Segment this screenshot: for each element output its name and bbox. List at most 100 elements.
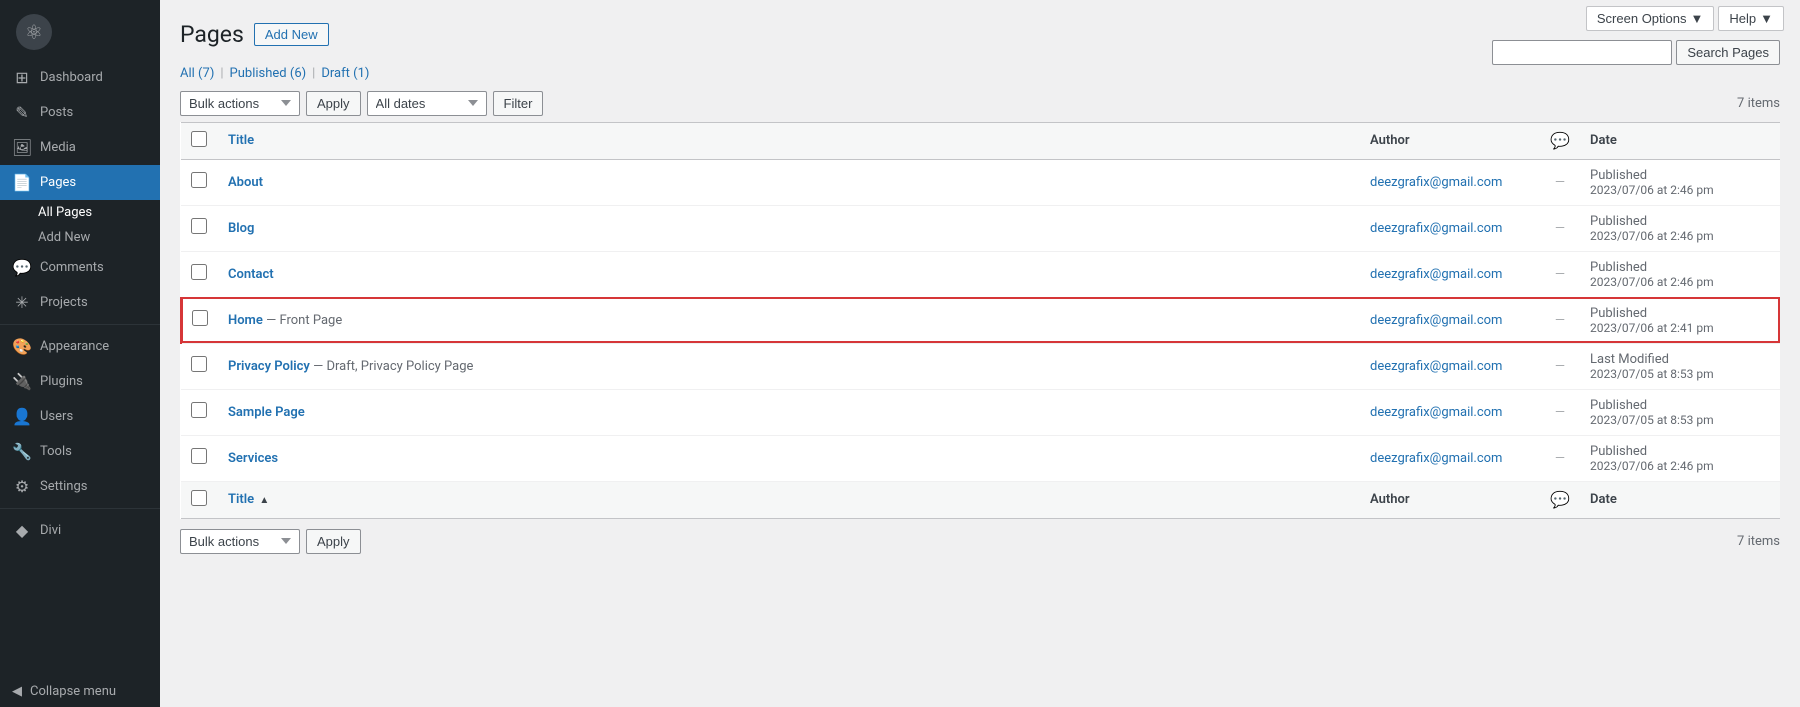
row-checkbox[interactable]: [192, 310, 208, 326]
row-title-link[interactable]: Privacy Policy: [228, 359, 310, 374]
row-checkbox-cell: [181, 343, 218, 389]
apply-bottom-button[interactable]: Apply: [306, 529, 361, 554]
sidebar-item-media[interactable]: 🖼 Media: [0, 130, 160, 165]
sidebar-item-settings-label: Settings: [40, 479, 87, 494]
row-author-link[interactable]: deezgrafix@gmail.com: [1370, 267, 1502, 282]
row-author-link[interactable]: deezgrafix@gmail.com: [1370, 313, 1502, 328]
topbar: Screen Options ▼ Help ▼: [1570, 0, 1800, 37]
row-date-status: Published: [1590, 260, 1770, 275]
row-date-status: Published: [1590, 444, 1770, 459]
row-author-link[interactable]: deezgrafix@gmail.com: [1370, 359, 1502, 374]
row-date-cell: Published 2023/07/06 at 2:46 pm: [1580, 435, 1780, 481]
sidebar-divider-2: [0, 508, 160, 509]
row-author-link[interactable]: deezgrafix@gmail.com: [1370, 221, 1502, 236]
sidebar-item-appearance[interactable]: 🎨 Appearance: [0, 329, 160, 364]
screen-options-button[interactable]: Screen Options ▼: [1586, 6, 1714, 31]
footer-author-col: Author: [1360, 481, 1540, 518]
apply-button[interactable]: Apply: [306, 91, 361, 116]
bulk-actions-bottom-select[interactable]: Bulk actions: [180, 529, 300, 554]
sidebar-item-posts-label: Posts: [40, 105, 73, 120]
row-date-status: Published: [1590, 168, 1770, 183]
sidebar-item-tools[interactable]: 🔧 Tools: [0, 434, 160, 469]
row-title-link[interactable]: About: [228, 175, 263, 190]
select-all-checkbox[interactable]: [191, 131, 207, 147]
bulk-actions-select[interactable]: Bulk actions: [180, 91, 300, 116]
select-all-footer-checkbox[interactable]: [191, 490, 207, 506]
sidebar-item-pages[interactable]: 📄 Pages: [0, 165, 160, 200]
table-footer-row: Title ▲ Author 💬 Date: [181, 481, 1780, 518]
filter-published-link[interactable]: Published (6): [230, 66, 307, 81]
all-dates-select[interactable]: All dates: [367, 91, 487, 116]
sidebar-item-appearance-label: Appearance: [40, 339, 109, 354]
row-checkbox[interactable]: [191, 448, 207, 464]
header-checkbox-col: [181, 122, 218, 159]
row-title-link[interactable]: Contact: [228, 267, 274, 282]
row-title-cell: Sample Page: [218, 389, 1360, 435]
sidebar-item-dashboard[interactable]: ⊞ Dashboard: [0, 60, 160, 95]
sidebar-item-projects[interactable]: ✳ Projects: [0, 285, 160, 320]
footer-checkbox-col: [181, 481, 218, 518]
sidebar-item-posts[interactable]: ✎ Posts: [0, 95, 160, 130]
appearance-icon: 🎨: [12, 337, 32, 356]
sidebar-item-divi-label: Divi: [40, 523, 61, 538]
filter-draft-link[interactable]: Draft (1): [321, 66, 369, 81]
row-checkbox[interactable]: [191, 264, 207, 280]
screen-options-chevron-icon: ▼: [1691, 11, 1704, 26]
table-row: Privacy Policy — Draft, Privacy Policy P…: [181, 343, 1780, 389]
sidebar-item-comments[interactable]: 💬 Comments: [0, 250, 160, 285]
row-author-link[interactable]: deezgrafix@gmail.com: [1370, 175, 1502, 190]
bottom-toolbar: Bulk actions Apply 7 items: [180, 529, 1780, 554]
sidebar-subitem-all-pages[interactable]: All Pages: [0, 200, 160, 225]
row-date-value: 2023/07/06 at 2:46 pm: [1590, 275, 1770, 289]
sidebar-item-settings[interactable]: ⚙ Settings: [0, 469, 160, 504]
row-checkbox[interactable]: [191, 218, 207, 234]
row-date-cell: Published 2023/07/06 at 2:46 pm: [1580, 251, 1780, 297]
add-new-button[interactable]: Add New: [254, 23, 329, 46]
row-author-link[interactable]: deezgrafix@gmail.com: [1370, 405, 1502, 420]
collapse-menu-label: Collapse menu: [30, 684, 116, 699]
filter-button[interactable]: Filter: [493, 91, 544, 116]
row-author-cell: deezgrafix@gmail.com: [1360, 205, 1540, 251]
wp-logo-icon: ⚛: [16, 14, 52, 50]
row-date-status: Published: [1590, 398, 1770, 413]
filter-separator-1: |: [220, 66, 223, 81]
screen-options-label: Screen Options: [1597, 11, 1687, 26]
search-input[interactable]: [1492, 40, 1672, 65]
row-title-link[interactable]: Sample Page: [228, 405, 305, 420]
header-title-col[interactable]: Title: [218, 122, 1360, 159]
row-comments-cell: —: [1540, 343, 1580, 389]
sidebar-divider: [0, 324, 160, 325]
row-author-cell: deezgrafix@gmail.com: [1360, 159, 1540, 205]
row-title-link[interactable]: Home: [228, 313, 263, 328]
sidebar-item-pages-label: Pages: [40, 175, 76, 190]
table-row: Services deezgrafix@gmail.com — Publishe…: [181, 435, 1780, 481]
row-comments-value: —: [1555, 451, 1565, 466]
row-title-cell: Services: [218, 435, 1360, 481]
footer-date-col: Date: [1580, 481, 1780, 518]
sidebar-item-divi[interactable]: ◆ Divi: [0, 513, 160, 548]
row-checkbox[interactable]: [191, 402, 207, 418]
sidebar-item-users[interactable]: 👤 Users: [0, 399, 160, 434]
search-pages-button[interactable]: Search Pages: [1676, 40, 1780, 65]
row-comments-value: —: [1555, 267, 1565, 282]
plugins-icon: 🔌: [12, 372, 32, 391]
row-checkbox-cell: [181, 251, 218, 297]
footer-title-col[interactable]: Title ▲: [218, 481, 1360, 518]
filter-all-link[interactable]: All (7): [180, 66, 214, 81]
row-author-link[interactable]: deezgrafix@gmail.com: [1370, 451, 1502, 466]
sidebar-subitem-add-new[interactable]: Add New: [0, 225, 160, 250]
posts-icon: ✎: [12, 103, 32, 122]
row-checkbox[interactable]: [191, 356, 207, 372]
row-checkbox[interactable]: [191, 172, 207, 188]
footer-author-label: Author: [1370, 492, 1410, 507]
sidebar-item-plugins[interactable]: 🔌 Plugins: [0, 364, 160, 399]
help-button[interactable]: Help ▼: [1718, 6, 1784, 31]
row-author-cell: deezgrafix@gmail.com: [1360, 297, 1540, 343]
collapse-menu-button[interactable]: ◀ Collapse menu: [0, 676, 160, 707]
row-title-cell: About: [218, 159, 1360, 205]
row-title-link[interactable]: Services: [228, 451, 278, 466]
row-checkbox-cell: [181, 389, 218, 435]
top-toolbar: Bulk actions Apply All dates Filter 7 it…: [180, 91, 1780, 116]
row-title-link[interactable]: Blog: [228, 221, 254, 236]
item-count-bottom: 7 items: [1737, 534, 1780, 549]
